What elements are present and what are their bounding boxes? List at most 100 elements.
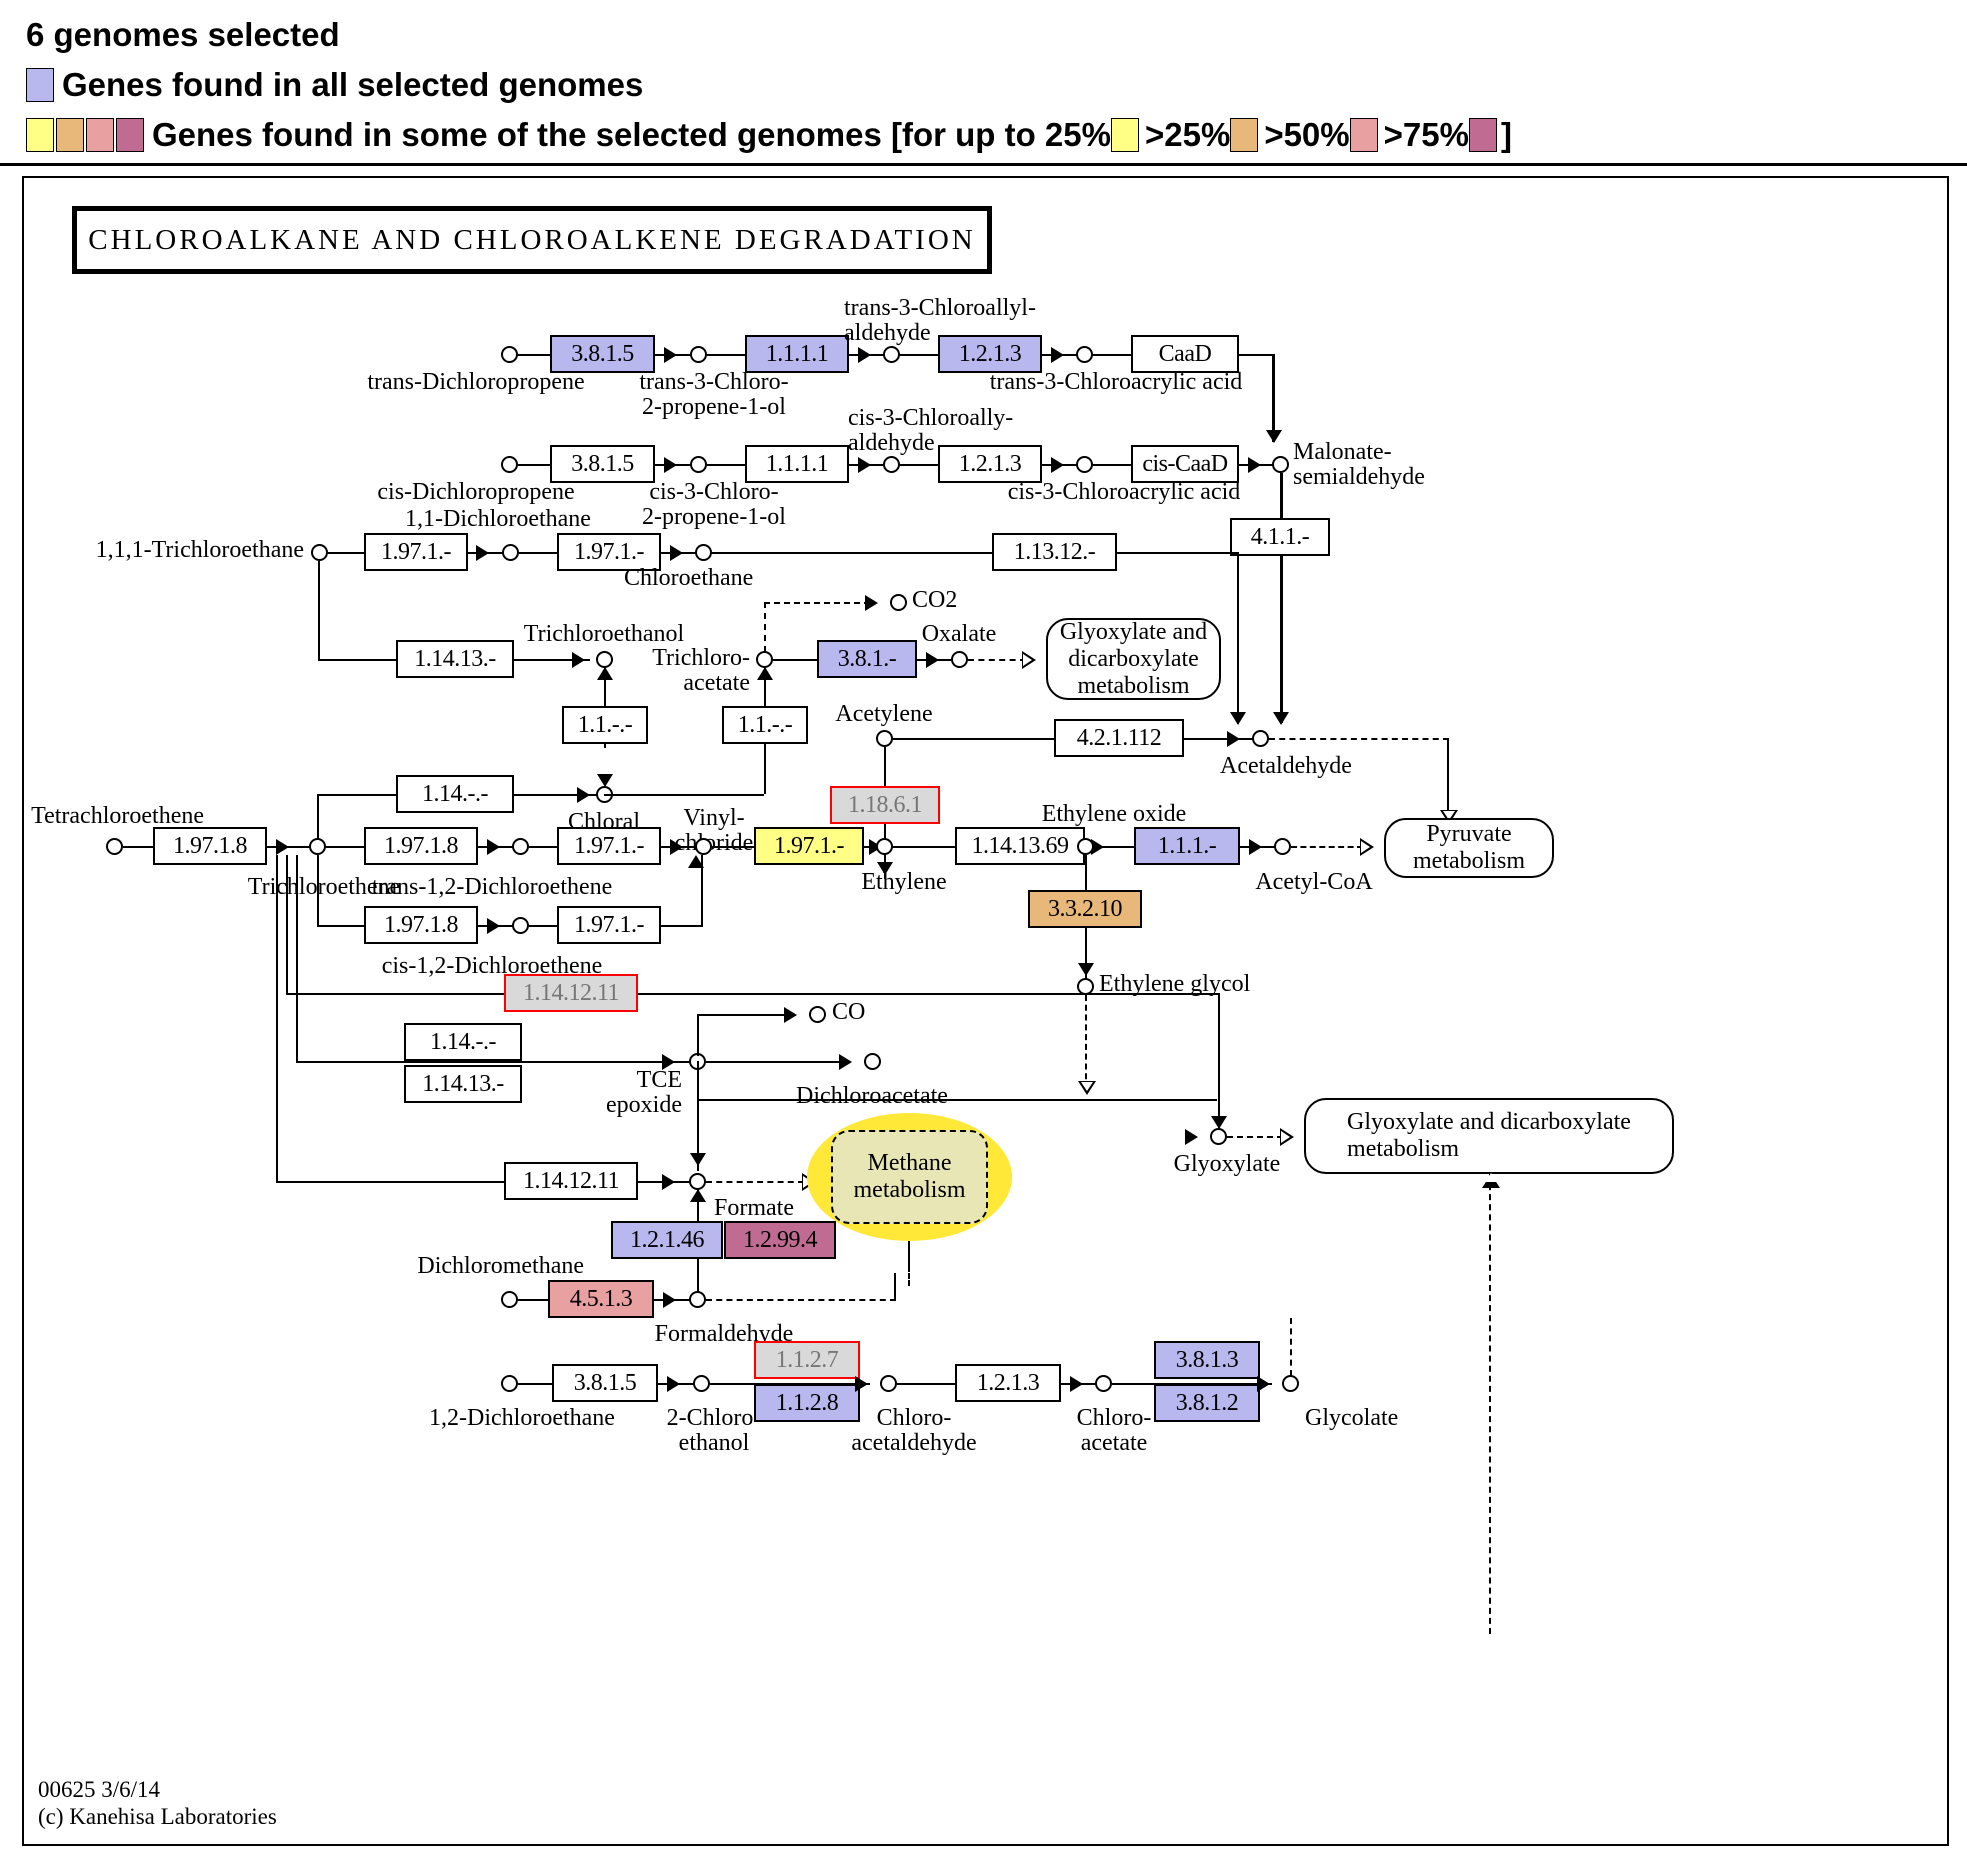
enzyme-cis-CaaD[interactable]: cis-CaaD [1131,445,1239,483]
enzyme-3.3.2.10[interactable]: 3.3.2.10 [1028,890,1142,928]
node-trichloroethene[interactable] [309,838,326,855]
enzyme-1.97.1.-d[interactable]: 1.97.1.- [557,906,661,944]
edge [318,561,320,661]
edge [276,855,278,1183]
enzyme-1.1.-.-b[interactable]: 1.1.-.- [722,706,808,744]
enzyme-1.1.1.1-cis[interactable]: 1.1.1.1 [745,445,849,483]
enzyme-3.8.1.-[interactable]: 3.8.1.- [817,640,917,678]
node-chloroacetate[interactable] [1095,1375,1112,1392]
enzyme-1.14.13.69[interactable]: 1.14.13.69 [955,827,1085,865]
edge [900,354,938,356]
enzyme-1.13.12.-[interactable]: 1.13.12.- [992,533,1117,571]
node-cis-dichloropropene[interactable] [501,456,518,473]
arrow-icon [664,457,677,473]
enzyme-1.14.-.-b[interactable]: 1.14.-.- [404,1023,522,1061]
enzyme-3.8.1.2[interactable]: 3.8.1.2 [1154,1384,1260,1422]
enzyme-1.18.6.1[interactable]: 1.18.6.1 [830,786,940,824]
node-oxalate[interactable] [951,651,968,668]
node-trichloroethanol[interactable] [596,651,613,668]
enzyme-1.1.2.8[interactable]: 1.1.2.8 [754,1384,860,1422]
node-malonate-semialdehyde[interactable] [1272,456,1289,473]
enzyme-1.1.1.1-trans[interactable]: 1.1.1.1 [745,335,849,373]
enzyme-1.14.-.-[interactable]: 1.14.-.- [396,775,514,813]
node-cis-3-chloroacrylic-acid[interactable] [1076,456,1093,473]
node-ethylene-oxide[interactable] [1077,838,1094,855]
enzyme-1.2.1.3-c[interactable]: 1.2.1.3 [955,1364,1061,1402]
edge [1117,552,1239,554]
edge [900,464,938,466]
mapref-label: Glyoxylate and dicarboxylate metabolism [1059,618,1208,699]
node-1-2-dichloroethane[interactable] [501,1375,518,1392]
enzyme-3.8.1.5-trans[interactable]: 3.8.1.5 [550,335,655,373]
node-vinyl-chloride[interactable] [695,838,712,855]
node-co2[interactable] [890,594,907,611]
edge [697,1014,789,1016]
node-trichloroacetate[interactable] [756,651,773,668]
arrow-icon [858,457,871,473]
label-1-1-1-trichloroethane: 1,1,1-Trichloroethane [95,537,304,563]
node-formaldehyde[interactable] [689,1291,706,1308]
mapref-glyoxylate-dicarboxylate-1[interactable]: Glyoxylate and dicarboxylate metabolism [1046,618,1221,700]
node-chloroacetaldehyde[interactable] [880,1375,897,1392]
enzyme-3.8.1.5-c[interactable]: 3.8.1.5 [552,1364,658,1402]
enzyme-1.2.1.3-cis[interactable]: 1.2.1.3 [938,445,1042,483]
node-glycolate[interactable] [1282,1375,1299,1392]
node-cis-1-2-dichloroethene[interactable] [512,917,529,934]
node-cis-3-chloroally-aldehyde[interactable] [883,456,900,473]
node-cis-3-chloro-2-propene-1-ol[interactable] [690,456,707,473]
node-trans-3-chloroacrylic-acid[interactable] [1076,346,1093,363]
arrow-icon [667,1376,680,1392]
mapref-methane-metabolism[interactable]: Methane metabolism [807,1113,1012,1241]
node-formate[interactable] [689,1173,706,1190]
mapref-pyruvate-metabolism[interactable]: Pyruvate metabolism [1384,818,1554,878]
node-acetylene[interactable] [876,730,893,747]
node-trans-3-chloro-2-propene-1-ol[interactable] [690,346,707,363]
enzyme-1.1.-.-a[interactable]: 1.1.-.- [562,706,648,744]
enzyme-1.97.1.8-b[interactable]: 1.97.1.8 [364,827,478,865]
enzyme-1.2.1.3-trans[interactable]: 1.2.1.3 [938,335,1042,373]
enzyme-1.14.13.-[interactable]: 1.14.13.- [396,640,514,678]
enzyme-1.2.99.4[interactable]: 1.2.99.4 [724,1221,836,1259]
node-2-chloroethanol[interactable] [693,1375,710,1392]
enzyme-1.97.1.-a[interactable]: 1.97.1.- [364,533,468,571]
enzyme-1.2.1.46[interactable]: 1.2.1.46 [611,1221,723,1259]
enzyme-1.1.2.7[interactable]: 1.1.2.7 [754,1341,860,1379]
node-dichloroacetate[interactable] [864,1053,881,1070]
edge-dashed [706,1299,896,1301]
enzyme-3.8.1.5-cis[interactable]: 3.8.1.5 [550,445,655,483]
node-ethylene[interactable] [876,838,893,855]
enzyme-1.97.1.-yellow[interactable]: 1.97.1.- [754,827,864,865]
enzyme-1.1.1.-[interactable]: 1.1.1.- [1134,827,1240,865]
enzyme-1.14.12.11-a[interactable]: 1.14.12.11 [504,974,638,1012]
node-tetrachloroethene[interactable] [106,838,123,855]
arrow-icon [1249,839,1262,855]
edge [317,794,397,796]
node-1-1-1-trichloroethane[interactable] [311,544,328,561]
node-glyoxylate[interactable] [1210,1128,1227,1145]
enzyme-4.2.1.112[interactable]: 4.2.1.112 [1054,719,1184,757]
enzyme-1.97.1.-c[interactable]: 1.97.1.- [557,827,661,865]
enzyme-1.97.1.8-c[interactable]: 1.97.1.8 [364,906,478,944]
mapref-glyoxylate-dicarboxylate-2[interactable]: Glyoxylate and dicarboxylate metabolism [1304,1098,1674,1174]
enzyme-1.97.1.8-a[interactable]: 1.97.1.8 [153,827,267,865]
edge [518,1299,548,1301]
enzyme-1.14.13.-b[interactable]: 1.14.13.- [404,1065,522,1103]
node-trans-dichloropropene[interactable] [501,346,518,363]
node-trans-1-2-dichloroethene[interactable] [512,838,529,855]
edge-dashed [1291,846,1363,848]
enzyme-CaaD[interactable]: CaaD [1131,335,1239,373]
enzyme-3.8.1.3[interactable]: 3.8.1.3 [1154,1341,1260,1379]
node-acetaldehyde[interactable] [1252,730,1269,747]
enzyme-1.14.12.11-b[interactable]: 1.14.12.11 [504,1162,638,1200]
enzyme-4.1.1.-[interactable]: 4.1.1.- [1230,518,1330,556]
node-chloroethane[interactable] [695,544,712,561]
node-co[interactable] [809,1006,826,1023]
node-acetyl-coa[interactable] [1274,838,1291,855]
edge [519,552,557,554]
node-1-1-dichloroethane[interactable] [502,544,519,561]
enzyme-4.5.1.3[interactable]: 4.5.1.3 [548,1280,654,1318]
node-dichloromethane[interactable] [501,1291,518,1308]
node-trans-3-chloroallyl-aldehyde[interactable] [883,346,900,363]
edge [894,1273,896,1299]
arrow-icon [670,839,683,855]
